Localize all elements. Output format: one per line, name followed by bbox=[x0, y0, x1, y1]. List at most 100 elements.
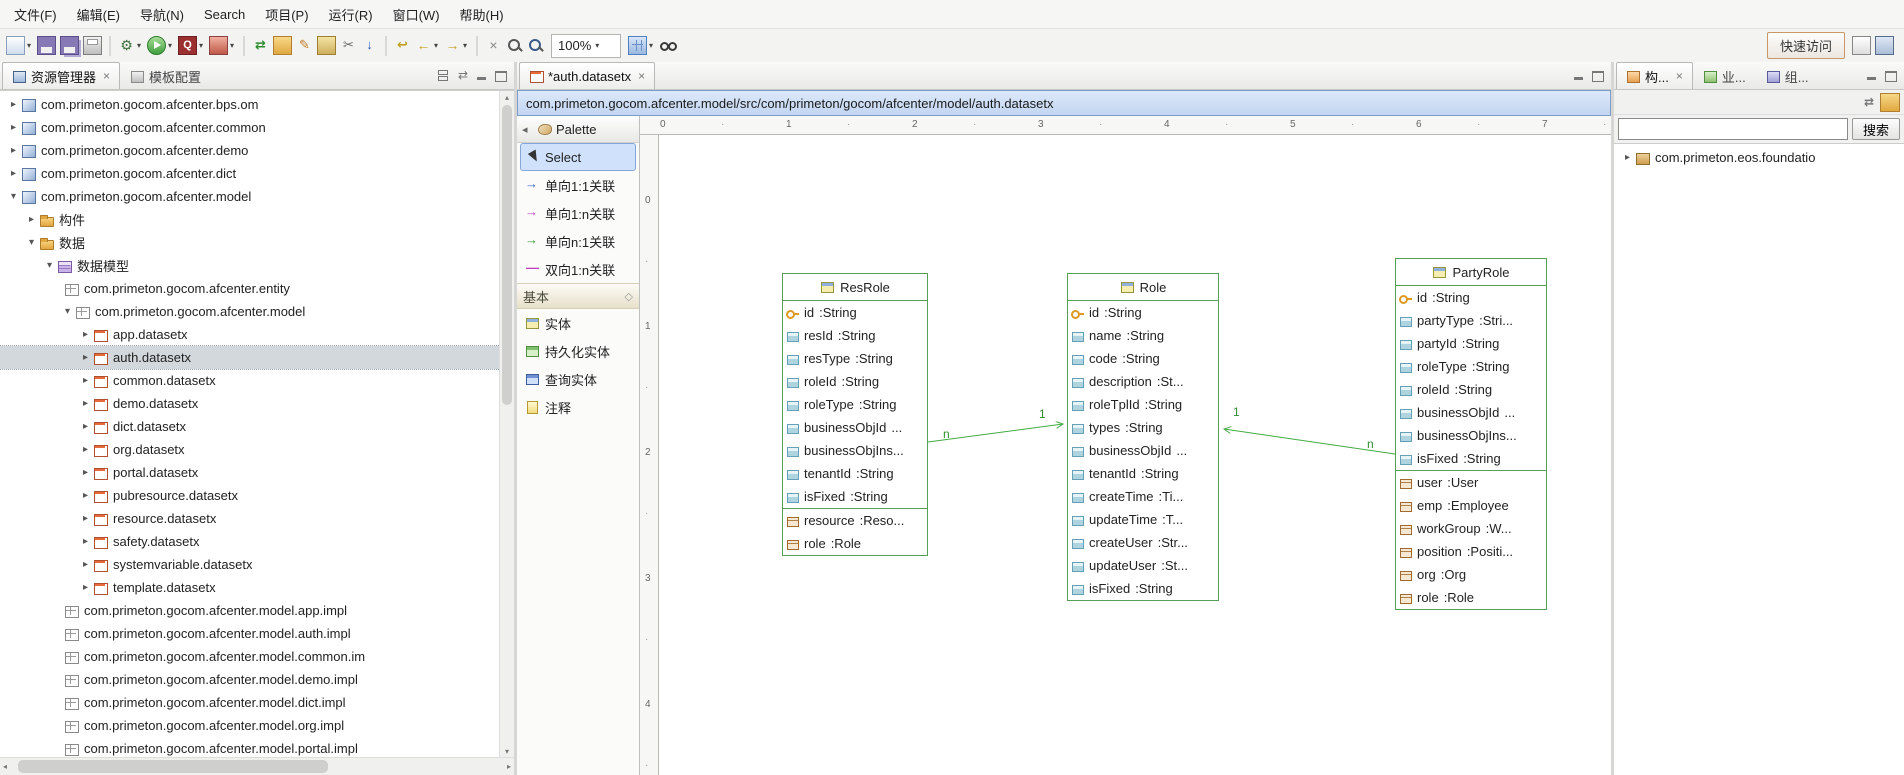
expand-arrow-icon[interactable]: ▸ bbox=[78, 375, 93, 386]
expand-arrow-icon[interactable]: ▸ bbox=[78, 398, 93, 409]
tree-item[interactable]: ▸ 构件 bbox=[0, 208, 500, 231]
expand-arrow-icon[interactable]: ▸ bbox=[78, 582, 93, 593]
entity-attribute[interactable]: tenantId :String bbox=[1068, 462, 1218, 485]
toolbar-button[interactable] bbox=[35, 33, 58, 59]
entity-reference[interactable]: position :Positi... bbox=[1396, 540, 1546, 563]
expand-arrow-icon[interactable]: ▾ bbox=[6, 191, 21, 202]
close-icon[interactable]: × bbox=[1676, 71, 1683, 81]
entity-attribute[interactable]: types :String bbox=[1068, 416, 1218, 439]
tree-item[interactable]: ▸ systemvariable.datasetx bbox=[0, 553, 500, 576]
entity-attribute[interactable]: isFixed :String bbox=[1068, 577, 1218, 600]
palette-tool[interactable]: 单向n:1关联 bbox=[520, 227, 636, 255]
expand-arrow-icon[interactable]: ▸ bbox=[78, 513, 93, 524]
scroll-left-icon[interactable]: ◂ bbox=[3, 760, 7, 773]
expand-arrow-icon[interactable]: ▸ bbox=[6, 168, 21, 179]
toolbar-button[interactable]: × bbox=[483, 33, 504, 59]
editor-tab[interactable]: *auth.datasetx × bbox=[519, 62, 655, 89]
entity-reference[interactable]: role :Role bbox=[783, 532, 927, 555]
menu-item[interactable]: Search bbox=[194, 2, 255, 27]
expand-arrow-icon[interactable]: ▸ bbox=[78, 559, 93, 570]
entity-attribute[interactable]: tenantId :String bbox=[783, 462, 927, 485]
tree-item[interactable]: ▸ com.primeton.eos.foundatio bbox=[1614, 146, 1904, 169]
entity-resrole[interactable]: ResRole id :String bbox=[782, 273, 928, 556]
expand-arrow-icon[interactable]: ▸ bbox=[1620, 152, 1635, 163]
scroll-right-icon[interactable]: ▸ bbox=[507, 760, 511, 773]
scroll-up-icon[interactable]: ▴ bbox=[500, 91, 514, 104]
menu-item[interactable]: 导航(N) bbox=[130, 0, 194, 29]
tree-item[interactable]: ▸ demo.datasetx bbox=[0, 392, 500, 415]
expand-arrow-icon[interactable]: ▸ bbox=[6, 122, 21, 133]
palette-tool[interactable]: 持久化实体 bbox=[520, 337, 636, 365]
menu-item[interactable]: 编辑(E) bbox=[67, 0, 130, 29]
expand-arrow-icon[interactable]: ▸ bbox=[6, 99, 21, 110]
tree-item[interactable]: com.primeton.gocom.afcenter.model.org.im… bbox=[0, 714, 500, 737]
expand-arrow-icon[interactable]: ▸ bbox=[78, 352, 93, 363]
tree-item[interactable]: com.primeton.gocom.afcenter.model.portal… bbox=[0, 737, 500, 758]
palette-tool[interactable]: 实体 bbox=[520, 309, 636, 337]
tree-item[interactable]: com.primeton.gocom.afcenter.model.demo.i… bbox=[0, 668, 500, 691]
entity-attribute[interactable]: partyId :String bbox=[1396, 332, 1546, 355]
entity-attribute[interactable]: createTime :Ti... bbox=[1068, 485, 1218, 508]
maximize-icon[interactable] bbox=[1882, 67, 1900, 84]
entity-attribute[interactable]: businessObjIns... bbox=[783, 439, 927, 462]
expand-arrow-icon[interactable]: ▸ bbox=[78, 490, 93, 501]
minimize-icon[interactable] bbox=[1570, 67, 1588, 84]
toolbar-button[interactable]: ✂ bbox=[338, 33, 359, 59]
horizontal-scrollbar[interactable]: ◂ ▸ bbox=[0, 757, 514, 775]
entity-attribute[interactable]: resId :String bbox=[783, 324, 927, 347]
toolbar-button[interactable]: ▾ bbox=[207, 33, 238, 59]
entity-attribute[interactable]: businessObjIns... bbox=[1396, 424, 1546, 447]
sync-icon[interactable]: ⇄ bbox=[1860, 94, 1878, 111]
view-tab[interactable]: 业... bbox=[1693, 62, 1756, 89]
tree-item[interactable]: ▾ 数据模型 bbox=[0, 254, 500, 277]
tree-item[interactable]: ▾ com.primeton.gocom.afcenter.model bbox=[0, 185, 500, 208]
expand-arrow-icon[interactable]: ▸ bbox=[78, 421, 93, 432]
link-editor-icon[interactable]: ⇄ bbox=[454, 67, 472, 84]
entity-reference[interactable]: user :User bbox=[1396, 471, 1546, 494]
menu-item[interactable]: 运行(R) bbox=[319, 0, 383, 29]
entity-attribute[interactable]: createUser :Str... bbox=[1068, 531, 1218, 554]
tree-item[interactable]: ▸ com.primeton.gocom.afcenter.demo bbox=[0, 139, 500, 162]
close-icon[interactable]: × bbox=[638, 71, 645, 81]
scrollbar-thumb[interactable] bbox=[18, 760, 328, 773]
expand-arrow-icon[interactable]: ▾ bbox=[42, 260, 57, 271]
vertical-scrollbar[interactable]: ▴ ▾ bbox=[499, 91, 514, 758]
entity-attribute[interactable]: businessObjId ... bbox=[1396, 401, 1546, 424]
tree-item[interactable]: ▸ safety.datasetx bbox=[0, 530, 500, 553]
tree-item[interactable]: ▸ app.datasetx bbox=[0, 323, 500, 346]
menu-item[interactable]: 窗口(W) bbox=[383, 0, 450, 29]
scrollbar-thumb[interactable] bbox=[502, 105, 512, 405]
tree-item[interactable]: ▸ resource.datasetx bbox=[0, 507, 500, 530]
tree-item[interactable]: com.primeton.gocom.afcenter.model.dict.i… bbox=[0, 691, 500, 714]
palette-tool[interactable]: 单向1:1关联 bbox=[520, 171, 636, 199]
entity-attribute[interactable]: roleId :String bbox=[783, 370, 927, 393]
palette-drawer-basic[interactable]: 基本 ◇ bbox=[517, 283, 639, 309]
toolbar-button[interactable]: ▾ bbox=[4, 33, 35, 59]
toolbar-button[interactable] bbox=[81, 33, 104, 59]
tree-item[interactable]: ▾ 数据 bbox=[0, 231, 500, 254]
search-button[interactable]: 搜索 bbox=[1852, 118, 1900, 140]
entity-attribute[interactable]: code :String bbox=[1068, 347, 1218, 370]
diagram-canvas[interactable]: n 1 n 1 ResRole bbox=[659, 135, 1611, 775]
toolbar-button[interactable] bbox=[504, 33, 525, 59]
collapse-palette-icon[interactable]: ◂ bbox=[522, 123, 533, 136]
tree-item[interactable]: ▸ org.datasetx bbox=[0, 438, 500, 461]
entity-attribute[interactable]: roleType :String bbox=[783, 393, 927, 416]
toolbar-button[interactable]: ↓ bbox=[359, 33, 380, 59]
view-tab[interactable]: 组... bbox=[1756, 62, 1819, 89]
entity-attribute[interactable]: id :String bbox=[783, 301, 927, 324]
entity-attribute[interactable]: businessObjId ... bbox=[1068, 439, 1218, 462]
entity-attribute[interactable]: resType :String bbox=[783, 347, 927, 370]
menu-item[interactable]: 文件(F) bbox=[4, 0, 67, 29]
entity-header[interactable]: ResRole bbox=[783, 274, 927, 301]
toolbar-button[interactable]: ⚙ ▾ bbox=[116, 33, 145, 59]
entity-attribute[interactable]: updateUser :St... bbox=[1068, 554, 1218, 577]
palette-tool[interactable]: 双向1:n关联 bbox=[520, 255, 636, 283]
palette-tool[interactable]: 单向1:n关联 bbox=[520, 199, 636, 227]
tree-item[interactable]: ▸ common.datasetx bbox=[0, 369, 500, 392]
expand-arrow-icon[interactable]: ▸ bbox=[78, 467, 93, 478]
tree-item[interactable]: ▸ template.datasetx bbox=[0, 576, 500, 599]
tree-item[interactable]: com.primeton.gocom.afcenter.model.auth.i… bbox=[0, 622, 500, 645]
tree-item[interactable]: com.primeton.gocom.afcenter.entity bbox=[0, 277, 500, 300]
tree-item[interactable]: ▸ com.primeton.gocom.afcenter.dict bbox=[0, 162, 500, 185]
